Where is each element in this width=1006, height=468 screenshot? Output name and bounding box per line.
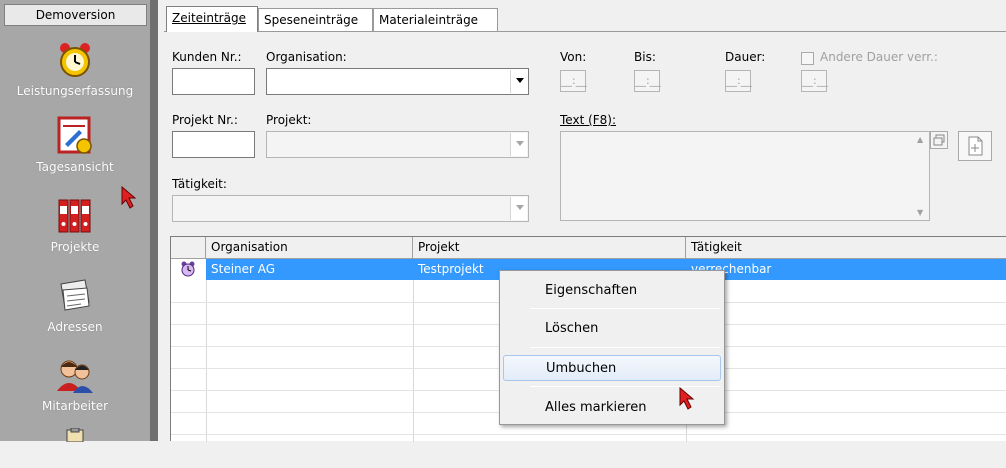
text-area[interactable]: ▲ ▼ [560, 131, 930, 221]
taetigkeit-select[interactable] [172, 195, 529, 222]
sidebar: Demoversion Leistungserfassung Tagesansi… [0, 0, 158, 443]
tab-materialeintraege[interactable]: Materialeinträge [373, 8, 498, 31]
sidebar-item-label: Leistungserfassung [16, 84, 134, 98]
bis-time-field[interactable]: __:__ [634, 70, 661, 92]
andere-dauer-time-field[interactable]: __:__ [801, 70, 828, 92]
menu-item-loeschen[interactable]: Löschen [503, 316, 721, 342]
menu-item-eigenschaften[interactable]: Eigenschaften [503, 278, 721, 304]
tab-label: Zeiteinträge [172, 11, 246, 25]
sidebar-item-adressen[interactable]: Adressen [0, 276, 150, 334]
tab-divider [164, 31, 1006, 32]
cell-organisation: Steiner AG [211, 262, 276, 276]
projekt-nr-label: Projekt Nr.: [172, 113, 238, 127]
scroll-up-icon[interactable]: ▲ [917, 135, 927, 144]
andere-dauer-label: Andere Dauer verr.: [820, 50, 938, 64]
people-icon [55, 355, 95, 395]
cell-taetigkeit: verrechenbar [691, 262, 772, 276]
restore-window-icon[interactable] [930, 131, 948, 149]
mouse-cursor-icon [679, 387, 695, 410]
projekt-label: Projekt: [266, 113, 312, 127]
mouse-cursor-icon [121, 186, 137, 209]
sidebar-item-tagesansicht[interactable]: Tagesansicht [0, 116, 150, 174]
table-header-icon-col [171, 237, 206, 259]
new-document-button[interactable] [958, 131, 992, 161]
calendar-clock-icon [55, 116, 95, 156]
address-book-icon [55, 276, 95, 316]
dauer-time-field[interactable]: __:__ [725, 70, 752, 92]
organisation-select[interactable] [266, 68, 529, 95]
sidebar-item-mitarbeiter[interactable]: Mitarbeiter [0, 355, 150, 413]
andere-dauer-checkbox[interactable] [801, 52, 814, 65]
bis-label: Bis: [634, 50, 656, 64]
tab-speseneintraege[interactable]: Speseneinträge [258, 8, 373, 31]
von-time-field[interactable]: __:__ [560, 70, 587, 92]
taetigkeit-label: Tätigkeit: [172, 177, 227, 191]
kunden-nr-input[interactable] [172, 68, 255, 95]
new-document-icon [968, 136, 983, 156]
clipboard-icon [55, 427, 95, 468]
sidebar-splitter[interactable] [150, 0, 158, 441]
menu-separator [530, 308, 720, 309]
clock-icon [180, 261, 196, 280]
menu-separator [530, 347, 720, 348]
projekt-nr-input[interactable] [172, 131, 255, 158]
projekt-select[interactable] [266, 131, 529, 158]
chevron-down-icon[interactable] [510, 197, 527, 220]
organisation-label: Organisation: [266, 50, 347, 64]
tab-label: Speseneinträge [264, 13, 359, 27]
scroll-down-icon[interactable]: ▼ [917, 208, 927, 217]
sidebar-title: Demoversion [4, 4, 147, 26]
sidebar-item-label: Mitarbeiter [41, 399, 109, 413]
chevron-down-icon[interactable] [510, 70, 527, 93]
sidebar-item-label: Projekte [50, 240, 100, 254]
menu-item-umbuchen[interactable]: Umbuchen [503, 355, 721, 381]
alarm-clock-icon [55, 40, 95, 80]
von-label: Von: [560, 50, 587, 64]
tab-zeiteintraege[interactable]: Zeiteinträge [166, 6, 258, 32]
table-header-taetigkeit[interactable]: Tätigkeit [686, 237, 1006, 259]
table-header-projekt[interactable]: Projekt [413, 237, 686, 259]
text-label: Text (F8): [560, 113, 617, 127]
kunden-nr-label: Kunden Nr.: [172, 50, 242, 64]
table-header-organisation[interactable]: Organisation [206, 237, 413, 259]
sidebar-item-label: Adressen [47, 320, 103, 334]
tab-label: Materialeinträge [379, 13, 479, 27]
dauer-label: Dauer: [725, 50, 766, 64]
binders-icon [55, 196, 95, 236]
sidebar-item-label: Tagesansicht [36, 160, 114, 174]
chevron-down-icon[interactable] [510, 133, 527, 156]
sidebar-item-more[interactable] [0, 427, 150, 468]
sidebar-item-leistungserfassung[interactable]: Leistungserfassung [0, 40, 150, 98]
